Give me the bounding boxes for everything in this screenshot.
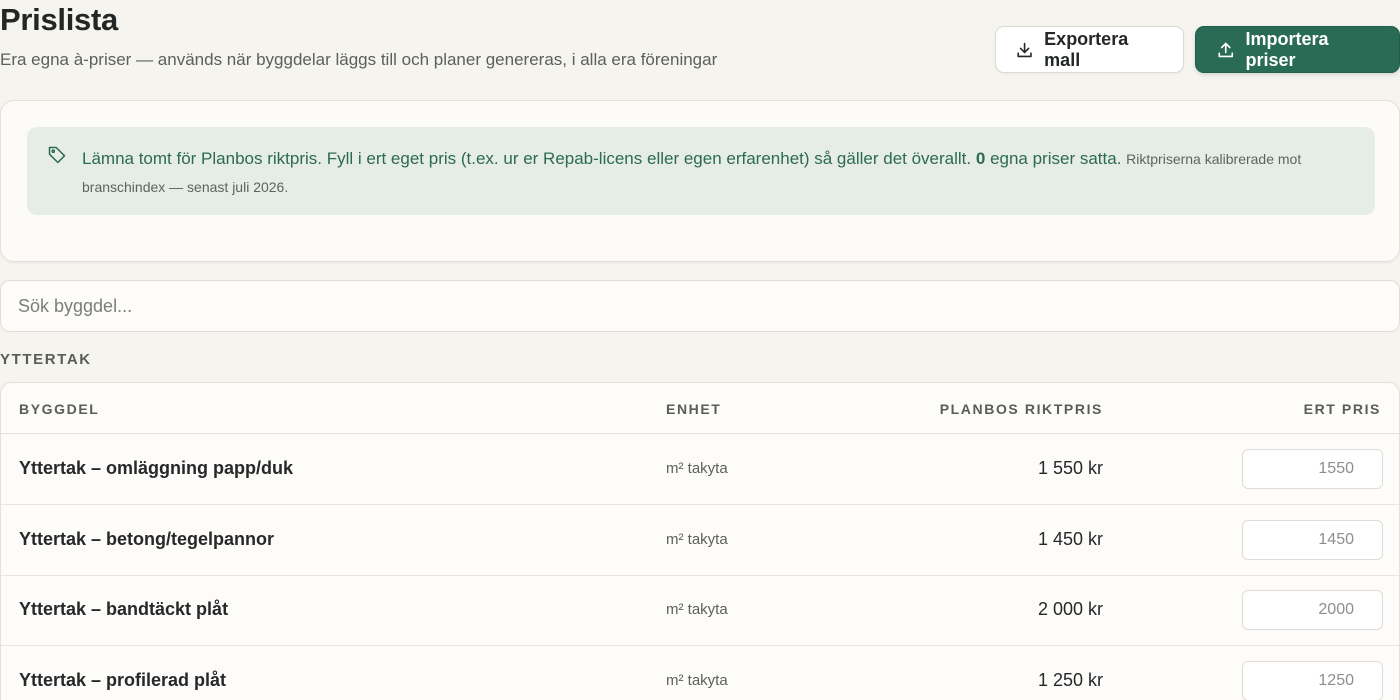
price-list-page: Prislista Era egna à-priser — används nä… xyxy=(0,0,1400,700)
column-header-riktpris: PLANBOS RIKTPRIS xyxy=(939,401,1103,417)
page-subtitle: Era egna à-priser — används när byggdela… xyxy=(0,50,718,69)
table-row: Yttertak – profilerad plåt m² takyta 1 2… xyxy=(1,646,1399,700)
export-template-button[interactable]: Exportera mall xyxy=(995,26,1184,73)
table-row: Yttertak – omläggning papp/duk m² takyta… xyxy=(1,434,1399,505)
column-header-enhet: ENHET xyxy=(666,401,722,417)
notice-main-text: Lämna tomt för Planbos riktpris. Fyll i … xyxy=(82,149,972,168)
export-button-label: Exportera mall xyxy=(1044,28,1129,70)
row-unit: m² takyta xyxy=(666,672,728,689)
price-table: BYGGDEL ENHET PLANBOS RIKTPRIS ERT PRIS … xyxy=(0,382,1400,700)
table-row: Yttertak – bandtäckt plåt m² takyta 2 00… xyxy=(1,575,1399,646)
table-row: Yttertak – betong/tegelpannor m² takyta … xyxy=(1,505,1399,576)
search-input[interactable] xyxy=(0,280,1400,332)
row-unit: m² takyta xyxy=(666,531,728,548)
pricing-notice: Lämna tomt för Planbos riktpris. Fyll i … xyxy=(27,127,1375,215)
column-header-ert-pris: ERT PRIS xyxy=(1303,401,1381,417)
row-name: Yttertak – profilerad plåt xyxy=(19,670,227,690)
tag-icon xyxy=(48,146,66,164)
custom-price-count: 0 xyxy=(975,149,986,168)
row-riktpris: 2 000 kr xyxy=(1037,599,1103,619)
custom-price-count-suffix: egna priser satta. xyxy=(990,149,1122,168)
custom-price-input[interactable] xyxy=(1242,590,1383,630)
import-button-label: Importera priser xyxy=(1245,28,1329,70)
info-card: Lämna tomt för Planbos riktpris. Fyll i … xyxy=(0,100,1400,262)
row-unit: m² takyta xyxy=(666,460,728,477)
download-icon xyxy=(1017,42,1032,57)
import-prices-button[interactable]: Importera priser xyxy=(1195,26,1400,73)
notice-text: Lämna tomt för Planbos riktpris. Fyll i … xyxy=(82,145,1352,201)
upload-icon xyxy=(1218,42,1234,57)
section-heading: YTTERTAK xyxy=(0,351,92,368)
row-riktpris: 1 450 kr xyxy=(1037,529,1103,549)
custom-price-input[interactable] xyxy=(1242,520,1383,560)
page-title: Prislista xyxy=(0,2,118,37)
row-name: Yttertak – betong/tegelpannor xyxy=(19,529,275,549)
table-header: BYGGDEL ENHET PLANBOS RIKTPRIS ERT PRIS xyxy=(1,383,1399,434)
column-header-byggdel: BYGGDEL xyxy=(19,401,100,417)
row-riktpris: 1 550 kr xyxy=(1037,458,1103,478)
row-unit: m² takyta xyxy=(666,601,728,618)
row-name: Yttertak – bandtäckt plåt xyxy=(19,599,229,619)
custom-price-input[interactable] xyxy=(1242,449,1383,489)
row-name: Yttertak – omläggning papp/duk xyxy=(19,458,294,478)
row-riktpris: 1 250 kr xyxy=(1037,670,1103,690)
custom-price-input[interactable] xyxy=(1242,661,1383,700)
